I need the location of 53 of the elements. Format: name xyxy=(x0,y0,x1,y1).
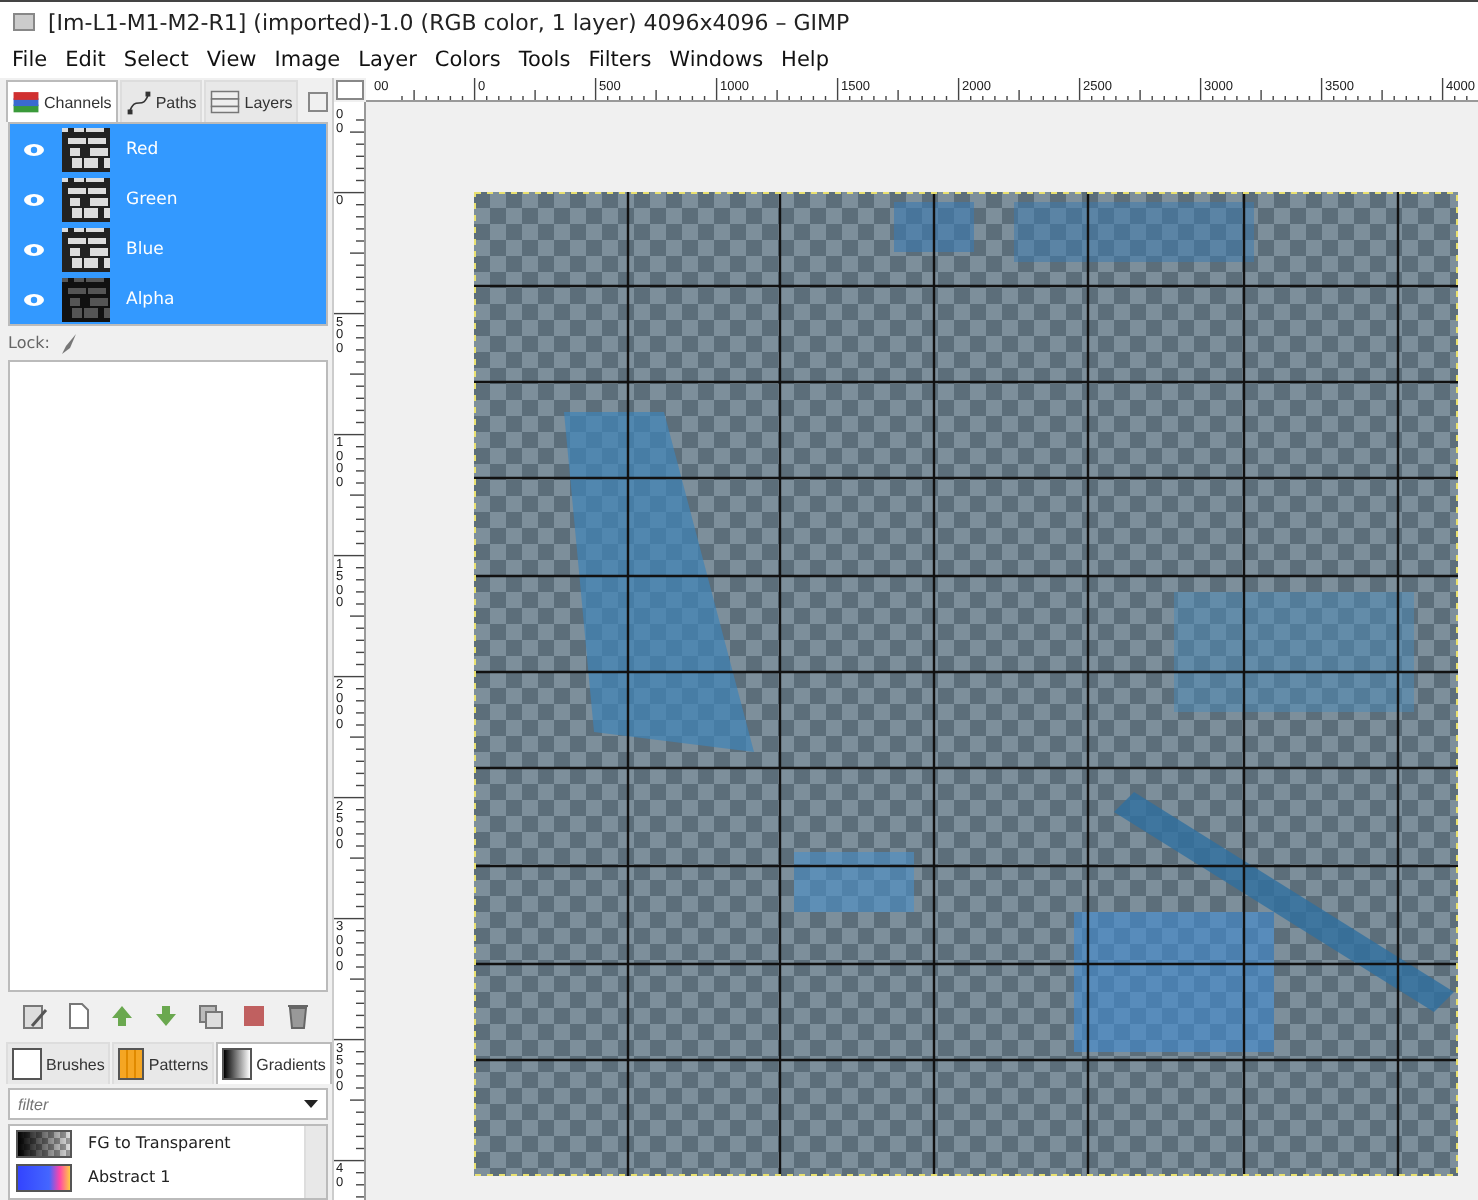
filter-field[interactable]: filter xyxy=(8,1088,328,1120)
window-title: [Im-L1-M1-M2-R1] (imported)-1.0 (RGB color, 1 layer) 4096x4096 – GIMP xyxy=(48,9,850,35)
brush-icon[interactable] xyxy=(57,331,78,355)
edit-button[interactable] xyxy=(20,1002,48,1030)
lock-label: Lock: xyxy=(8,334,50,352)
tab-label: Patterns xyxy=(148,1055,209,1073)
menu-item[interactable]: Edit xyxy=(65,48,106,72)
menu-item[interactable]: View xyxy=(206,48,257,72)
gradient-swatch xyxy=(16,1163,72,1191)
gradient-preview-icon xyxy=(222,1048,253,1080)
eye-icon[interactable] xyxy=(22,141,46,157)
dock-tab[interactable]: Layers xyxy=(204,80,299,122)
menu-item[interactable]: Select xyxy=(123,48,189,72)
menu-item[interactable]: Layer xyxy=(358,48,417,72)
dock-tab[interactable]: Gradients xyxy=(216,1042,332,1084)
tab-label: Gradients xyxy=(256,1055,326,1073)
app-icon xyxy=(12,10,36,34)
menu-item[interactable]: File xyxy=(12,48,48,72)
gradient-swatch xyxy=(16,1129,72,1157)
scrollbar[interactable] xyxy=(304,1126,326,1198)
eye-icon[interactable] xyxy=(22,191,46,207)
brush-preview-icon xyxy=(12,1048,42,1080)
path-nodes-icon xyxy=(125,89,152,115)
menu-item[interactable]: Image xyxy=(274,48,341,72)
menu-item[interactable]: Tools xyxy=(518,48,571,72)
pattern-preview-icon xyxy=(118,1048,145,1080)
gradient-item[interactable]: Abstract 1 xyxy=(10,1160,304,1194)
stacked-color-layers-icon xyxy=(12,89,40,115)
dock-tab[interactable]: Brushes xyxy=(6,1042,111,1084)
dock-tab[interactable]: Channels xyxy=(6,80,118,122)
tab-label: Layers xyxy=(244,93,293,111)
dock-menu-button[interactable] xyxy=(308,92,328,112)
eye-icon[interactable] xyxy=(22,291,46,307)
menu-item[interactable]: Windows xyxy=(669,48,764,72)
gradient-item[interactable]: FG to Transparent xyxy=(10,1126,304,1160)
square-button[interactable] xyxy=(240,1002,268,1030)
menu-item[interactable]: Help xyxy=(781,48,829,72)
up-arrow-button[interactable] xyxy=(108,1002,136,1030)
trash-button[interactable] xyxy=(284,1002,312,1030)
dock-tab[interactable]: Patterns xyxy=(112,1042,215,1084)
navigate-button[interactable] xyxy=(336,80,364,100)
menu-item[interactable]: Filters xyxy=(588,48,652,72)
eye-icon[interactable] xyxy=(22,241,46,257)
dock-tab[interactable]: Paths xyxy=(119,80,203,122)
menu-item[interactable]: Colors xyxy=(434,48,501,72)
tab-label: Paths xyxy=(155,93,197,111)
dropdown-caret-icon[interactable] xyxy=(304,1100,318,1108)
layers-icon xyxy=(210,90,241,114)
duplicate-button[interactable] xyxy=(196,1002,224,1030)
new-page-button[interactable] xyxy=(64,1002,92,1030)
tab-label: Brushes xyxy=(46,1055,105,1073)
tab-label: Channels xyxy=(44,93,112,111)
down-arrow-button[interactable] xyxy=(152,1002,180,1030)
